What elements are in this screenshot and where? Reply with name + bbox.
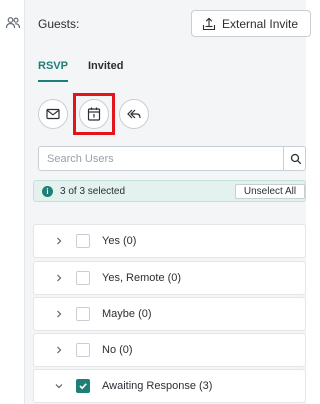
group-label: No (0) <box>102 344 133 356</box>
reply-all-button[interactable] <box>119 99 149 129</box>
external-invite-icon <box>202 17 216 30</box>
search-button[interactable] <box>283 147 307 170</box>
group-checkbox[interactable] <box>76 307 90 321</box>
chevron-right-icon <box>57 237 62 245</box>
unselect-all-button[interactable]: Unselect All <box>235 184 305 199</box>
group-label: Yes, Remote (0) <box>102 272 182 284</box>
chevron-right-icon <box>57 346 62 354</box>
info-icon: i <box>42 186 53 197</box>
group-label: Awaiting Response (3) <box>102 380 213 392</box>
group-row-maybe[interactable]: Maybe (0) <box>33 297 306 331</box>
highlight-box <box>73 93 115 135</box>
group-label: Yes (0) <box>102 235 137 247</box>
rsvp-tabs: RSVP Invited <box>38 60 143 82</box>
external-invite-label: External Invite <box>222 16 299 31</box>
group-row-awaiting-response[interactable]: Awaiting Response (3) <box>33 369 306 403</box>
people-icon <box>5 17 21 29</box>
selection-count: 3 of 3 selected <box>60 186 126 197</box>
guests-label: Guests: <box>38 17 80 31</box>
group-checkbox[interactable] <box>76 379 90 393</box>
search-field <box>38 146 306 171</box>
selection-banner: i 3 of 3 selected Unselect All <box>33 180 306 202</box>
group-row-yes-remote[interactable]: Yes, Remote (0) <box>33 261 306 295</box>
tab-rsvp[interactable]: RSVP <box>38 60 68 82</box>
group-checkbox[interactable] <box>76 271 90 285</box>
group-row-yes[interactable]: Yes (0) <box>33 224 306 258</box>
chevron-right-icon <box>57 310 62 318</box>
checkmark-icon <box>79 383 87 390</box>
reply-all-icon <box>127 109 141 119</box>
chevron-down-icon <box>55 384 63 389</box>
chevron-right-icon <box>57 274 62 282</box>
search-input[interactable] <box>39 147 277 170</box>
left-gutter <box>0 0 24 404</box>
group-checkbox[interactable] <box>76 234 90 248</box>
group-label: Maybe (0) <box>102 308 152 320</box>
search-icon <box>290 153 301 164</box>
email-button[interactable] <box>38 99 68 129</box>
tab-invited[interactable]: Invited <box>88 60 123 82</box>
mail-icon <box>46 108 60 120</box>
external-invite-button[interactable]: External Invite <box>191 10 311 37</box>
group-row-no[interactable]: No (0) <box>33 333 306 367</box>
group-checkbox[interactable] <box>76 343 90 357</box>
